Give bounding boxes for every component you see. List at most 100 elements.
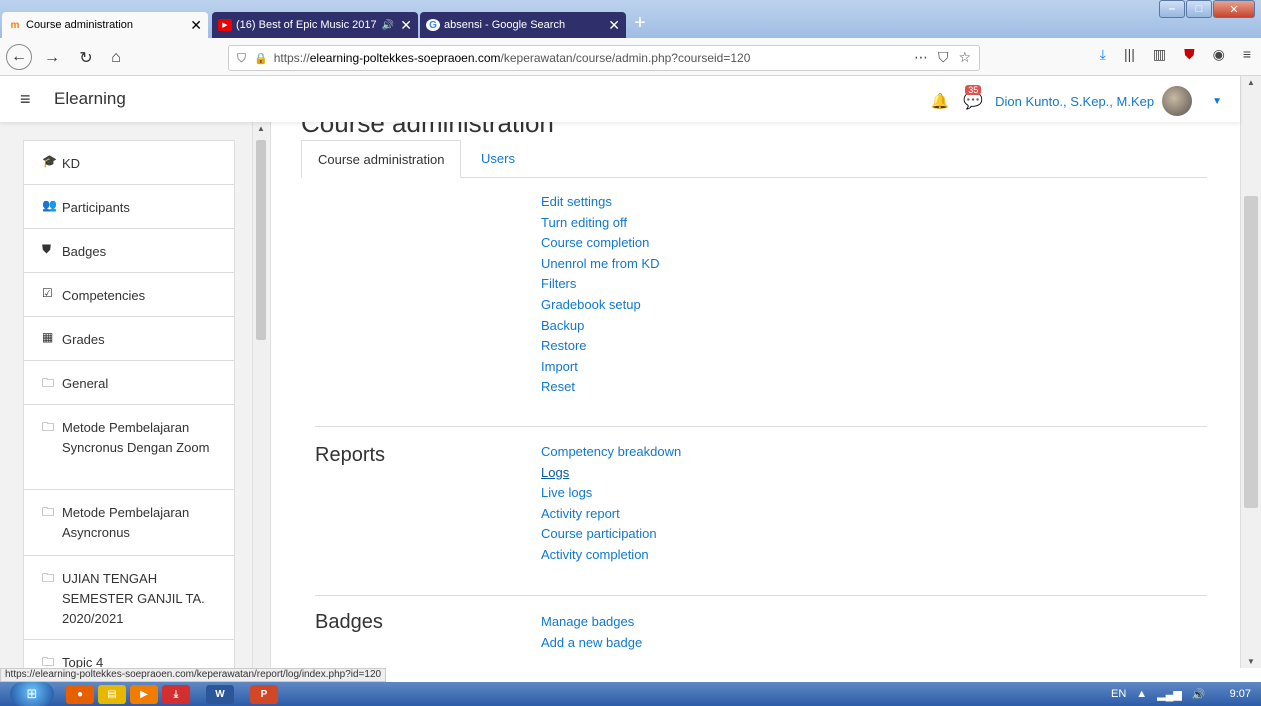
- activity-completion-link[interactable]: Activity completion: [541, 545, 681, 566]
- browser-nav-bar: ← → ↻ ⌂ ⛉ 🔒 https://elearning-poltekkes-…: [0, 38, 1261, 76]
- close-tab-icon[interactable]: ✕: [400, 17, 412, 34]
- backup-link[interactable]: Backup: [541, 316, 659, 337]
- browser-tab-youtube[interactable]: ▶ (16) Best of Epic Music 2017 🔊 ✕: [212, 12, 418, 38]
- close-tab-icon[interactable]: ✕: [608, 17, 620, 34]
- sidebar-item-section[interactable]: 🗀 Topic 4: [24, 640, 234, 668]
- network-icon[interactable]: ▂▄▆: [1157, 688, 1182, 701]
- word-icon[interactable]: W: [206, 685, 234, 704]
- volume-icon[interactable]: 🔊: [1192, 688, 1206, 701]
- lock-icon[interactable]: 🔒: [254, 52, 268, 65]
- library-icon[interactable]: |||: [1124, 46, 1135, 63]
- message-icon[interactable]: 💬 35: [963, 85, 983, 111]
- url-domain: elearning-poltekkes-soepraoen.com: [309, 51, 501, 65]
- drawer-scrollbar-thumb[interactable]: [256, 140, 266, 340]
- page-actions-icon[interactable]: ⋯: [914, 49, 928, 66]
- sidebar-item-section[interactable]: 🗀 Metode Pembelajaran Syncronus Dengan Z…: [24, 405, 234, 490]
- unenrol-link[interactable]: Unenrol me from KD: [541, 254, 659, 275]
- tab-title: absensi - Google Search: [444, 19, 566, 31]
- browser-tab-google-search[interactable]: G absensi - Google Search ✕: [420, 12, 626, 38]
- start-button[interactable]: ⊞: [10, 682, 54, 706]
- sidebar-toggle-icon[interactable]: ▥: [1153, 46, 1166, 63]
- bookmark-star-icon[interactable]: ☆: [958, 49, 971, 66]
- close-tab-icon[interactable]: ✕: [190, 17, 202, 34]
- chevron-down-icon[interactable]: ▼: [1212, 96, 1222, 107]
- admin-tabs: Course administration Users: [301, 140, 1207, 178]
- drawer-toggle-icon[interactable]: ≡: [20, 89, 31, 110]
- page-scrollbar-thumb[interactable]: [1244, 196, 1258, 508]
- firefox-icon[interactable]: ●: [66, 685, 94, 704]
- language-indicator[interactable]: EN: [1111, 688, 1126, 700]
- edit-settings-link[interactable]: Edit settings: [541, 192, 659, 213]
- show-hidden-icons-icon[interactable]: ▲: [1136, 688, 1147, 700]
- back-icon[interactable]: ←: [6, 44, 32, 70]
- home-icon[interactable]: ⌂: [104, 46, 128, 70]
- file-explorer-icon[interactable]: ▤: [98, 685, 126, 704]
- audio-playing-icon[interactable]: 🔊: [382, 20, 394, 31]
- notification-count-badge: 35: [965, 85, 982, 95]
- sidebar-item-grades[interactable]: ▦ Grades: [24, 317, 234, 361]
- restore-link[interactable]: Restore: [541, 336, 659, 357]
- minimize-icon[interactable]: –: [1159, 0, 1185, 18]
- logs-link[interactable]: Logs: [541, 463, 681, 484]
- sidebar-item-kd[interactable]: 🎓 KD: [24, 141, 234, 185]
- pocket-icon[interactable]: ⛉: [938, 49, 949, 66]
- page-body: 🎓 KD 👥 Participants ⛊ Badges ☑ Competenc…: [0, 122, 1240, 668]
- os-taskbar: ⊞ ● ▤ ▶ ⤓ W P EN ▲ ▂▄▆ 🔊 9:07: [0, 682, 1261, 706]
- course-completion-link[interactable]: Course completion: [541, 233, 659, 254]
- graduation-cap-icon: 🎓: [42, 154, 57, 168]
- table-icon: ▦: [42, 330, 54, 344]
- new-tab-button[interactable]: +: [628, 12, 652, 36]
- live-logs-link[interactable]: Live logs: [541, 483, 681, 504]
- course-participation-link[interactable]: Course participation: [541, 524, 681, 545]
- sidebar-item-participants[interactable]: 👥 Participants: [24, 185, 234, 229]
- maximize-icon[interactable]: □: [1186, 0, 1212, 18]
- sidebar-item-section[interactable]: 🗀 Metode Pembelajaran Asyncronus: [24, 490, 234, 556]
- site-brand[interactable]: Elearning: [54, 89, 126, 109]
- clock[interactable]: 9:07: [1230, 688, 1251, 700]
- tracking-shield-icon[interactable]: ⛉: [237, 51, 246, 66]
- sidebar-item-general[interactable]: 🗀 General: [24, 361, 234, 405]
- ublock-icon[interactable]: ⛊: [1184, 46, 1195, 63]
- user-menu-name[interactable]: Dion Kunto., S.Kep., M.Kep: [995, 94, 1154, 109]
- sidebar-item-label: Metode Pembelajaran Syncronus Dengan Zoo…: [62, 420, 210, 455]
- powerpoint-icon[interactable]: P: [250, 685, 278, 704]
- scroll-up-icon[interactable]: ▲: [257, 124, 265, 133]
- page-scrollbar[interactable]: ▲ ▼: [1240, 76, 1261, 668]
- manage-badges-link[interactable]: Manage badges: [541, 612, 642, 633]
- scroll-down-icon[interactable]: ▼: [1247, 657, 1255, 666]
- turn-editing-off-link[interactable]: Turn editing off: [541, 213, 659, 234]
- youtube-icon: ▶: [218, 19, 232, 31]
- close-window-icon[interactable]: ✕: [1213, 0, 1255, 18]
- bell-icon[interactable]: 🔔: [931, 92, 950, 110]
- activity-report-link[interactable]: Activity report: [541, 504, 681, 525]
- forward-icon[interactable]: →: [40, 46, 64, 70]
- shield-icon: ⛊: [42, 242, 52, 256]
- gradebook-setup-link[interactable]: Gradebook setup: [541, 295, 659, 316]
- media-player-icon[interactable]: ▶: [130, 685, 158, 704]
- site-header: ≡ Elearning 🔔 💬 35 Dion Kunto., S.Kep., M…: [0, 76, 1240, 122]
- check-square-icon: ☑: [42, 286, 53, 300]
- reload-icon[interactable]: ↻: [74, 46, 98, 70]
- account-icon[interactable]: ◉: [1213, 46, 1225, 63]
- tab-course-administration[interactable]: Course administration: [301, 140, 462, 178]
- scroll-up-icon[interactable]: ▲: [1247, 78, 1255, 87]
- import-link[interactable]: Import: [541, 357, 659, 378]
- url-bar[interactable]: ⛉ 🔒 https://elearning-poltekkes-soepraoe…: [228, 45, 980, 71]
- sidebar-item-competencies[interactable]: ☑ Competencies: [24, 273, 234, 317]
- download-icon[interactable]: ⤓: [1100, 46, 1106, 63]
- filters-link[interactable]: Filters: [541, 274, 659, 295]
- avatar[interactable]: [1162, 86, 1193, 116]
- add-new-badge-link[interactable]: Add a new badge: [541, 633, 642, 654]
- download-manager-icon[interactable]: ⤓: [162, 685, 190, 704]
- sidebar-item-badges[interactable]: ⛊ Badges: [24, 229, 234, 273]
- menu-icon[interactable]: ≡: [1243, 46, 1251, 63]
- sidebar-item-section[interactable]: 🗀 UJIAN TENGAH SEMESTER GANJIL TA. 2020/…: [24, 556, 234, 640]
- tab-users[interactable]: Users: [465, 140, 531, 178]
- competency-breakdown-link[interactable]: Competency breakdown: [541, 442, 681, 463]
- browser-tab-course-administration[interactable]: m Course administration ✕: [2, 12, 208, 38]
- drawer-scrollbar[interactable]: ▲: [252, 122, 268, 668]
- sidebar-item-label: KD: [62, 156, 81, 171]
- sidebar-item-label: General: [62, 376, 109, 391]
- reset-link[interactable]: Reset: [541, 377, 659, 398]
- tab-title: (16) Best of Epic Music 2017: [236, 19, 377, 31]
